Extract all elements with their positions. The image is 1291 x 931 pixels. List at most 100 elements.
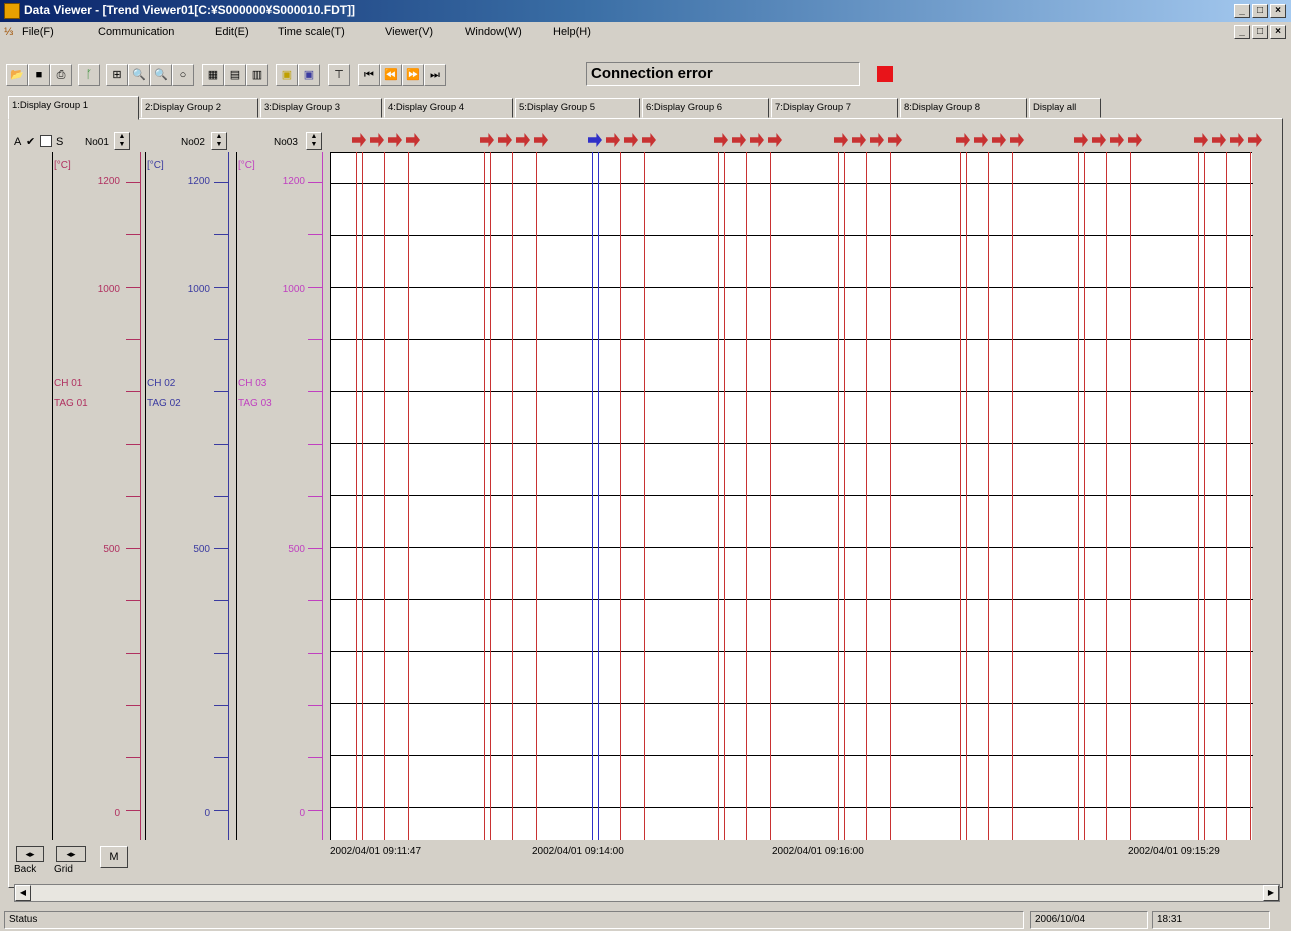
back-scroll-buttons[interactable]: ◂▸: [16, 846, 44, 862]
event-marker-icon[interactable]: [388, 133, 402, 147]
event-marker-icon[interactable]: [1010, 133, 1024, 147]
event-marker-icon[interactable]: [606, 133, 620, 147]
event-marker-icon[interactable]: [1110, 133, 1124, 147]
child-minimize-button[interactable]: _: [1234, 25, 1250, 39]
list-icon[interactable]: ▥: [246, 64, 268, 86]
axis-tick: [308, 182, 322, 183]
event-marker-icon[interactable]: [834, 133, 848, 147]
event-marker-group[interactable]: [714, 128, 782, 152]
m-button[interactable]: M: [100, 846, 128, 868]
jump-start-icon[interactable]: ⏮: [358, 64, 380, 86]
filter-icon[interactable]: ⊤: [328, 64, 350, 86]
event-marker-group[interactable]: [480, 128, 548, 152]
scroll-left-icon[interactable]: ◀: [15, 885, 31, 901]
zoom-in-icon[interactable]: 🔍: [128, 64, 150, 86]
event-marker-group[interactable]: [1194, 128, 1262, 152]
print-icon[interactable]: ⎙: [50, 64, 72, 86]
menu-viewer[interactable]: Viewer(V): [385, 26, 433, 38]
minimize-button[interactable]: _: [1234, 4, 1250, 18]
event-marker-group[interactable]: [1074, 128, 1142, 152]
tab-display-group-4[interactable]: 4:Display Group 4: [384, 98, 513, 118]
menu-file[interactable]: File(F): [22, 26, 54, 38]
event-marker-icon[interactable]: [768, 133, 782, 147]
scroll-right-icon[interactable]: ▶: [1263, 885, 1279, 901]
tab-display-group-8[interactable]: 8:Display Group 8: [900, 98, 1027, 118]
tab-display-group-3[interactable]: 3:Display Group 3: [260, 98, 382, 118]
child-close-button[interactable]: ×: [1270, 25, 1286, 39]
event-marker-icon[interactable]: [624, 133, 638, 147]
table-icon[interactable]: ▤: [224, 64, 246, 86]
menu-time-scale[interactable]: Time scale(T): [278, 26, 345, 38]
event-marker-icon[interactable]: [498, 133, 512, 147]
tab-display-group-5[interactable]: 5:Display Group 5: [515, 98, 640, 118]
display-icon[interactable]: ▣: [276, 64, 298, 86]
zoom-out-icon[interactable]: 🔍: [150, 64, 172, 86]
horizontal-scrollbar[interactable]: [14, 884, 1280, 902]
event-marker-icon[interactable]: [1194, 133, 1208, 147]
scale2-axis: [228, 152, 229, 840]
no02-spinner[interactable]: ▲ ▼: [211, 132, 227, 150]
event-marker-icon[interactable]: [352, 133, 366, 147]
event-marker-icon[interactable]: [588, 133, 602, 147]
fit-icon[interactable]: ⊞: [106, 64, 128, 86]
event-marker-icon[interactable]: [1230, 133, 1244, 147]
event-marker-icon[interactable]: [852, 133, 866, 147]
s-checkbox[interactable]: [40, 135, 52, 147]
event-marker-icon[interactable]: [1128, 133, 1142, 147]
status-date: 2006/10/04: [1030, 911, 1148, 929]
tab-display-group-2[interactable]: 2:Display Group 2: [141, 98, 258, 118]
event-marker-icon[interactable]: [992, 133, 1006, 147]
event-marker-icon[interactable]: [870, 133, 884, 147]
jump-end-icon[interactable]: ⏭: [424, 64, 446, 86]
menu-communication[interactable]: Communication: [98, 26, 174, 38]
event-marker-icon[interactable]: [1212, 133, 1226, 147]
tab-display-all[interactable]: Display all: [1029, 98, 1101, 118]
event-marker-icon[interactable]: [642, 133, 656, 147]
event-marker-icon[interactable]: [370, 133, 384, 147]
jump-next-icon[interactable]: ⏩: [402, 64, 424, 86]
event-marker-icon[interactable]: [956, 133, 970, 147]
doc-icon: ⅓: [4, 26, 14, 38]
maximize-button[interactable]: □: [1252, 4, 1268, 18]
cursor-icon[interactable]: ᚪ: [78, 64, 100, 86]
close-button[interactable]: ×: [1270, 4, 1286, 18]
event-marker-icon[interactable]: [1074, 133, 1088, 147]
scale1-axis: [140, 152, 141, 840]
tab-display-group-1[interactable]: 1:Display Group 1: [8, 96, 139, 120]
menu-window[interactable]: Window(W): [465, 26, 522, 38]
grid-line: [331, 339, 1253, 340]
axis-tick: [126, 496, 140, 497]
event-marker-group[interactable]: [588, 128, 656, 152]
save-icon[interactable]: ■: [28, 64, 50, 86]
event-line: [1106, 152, 1107, 840]
circle-icon[interactable]: ○: [172, 64, 194, 86]
event-marker-icon[interactable]: [480, 133, 494, 147]
event-marker-group[interactable]: [956, 128, 1024, 152]
event-marker-icon[interactable]: [1248, 133, 1262, 147]
event-marker-icon[interactable]: [714, 133, 728, 147]
no01-spinner[interactable]: ▲ ▼: [114, 132, 130, 150]
event-marker-group[interactable]: [834, 128, 902, 152]
event-marker-group[interactable]: [352, 128, 420, 152]
trend-plot-area[interactable]: [330, 152, 1253, 840]
grid-scroll-buttons[interactable]: ◂▸: [56, 846, 86, 862]
event-marker-icon[interactable]: [888, 133, 902, 147]
a-checkbox[interactable]: ✔: [26, 135, 35, 148]
event-marker-icon[interactable]: [1092, 133, 1106, 147]
grid-icon[interactable]: ▦: [202, 64, 224, 86]
menu-help[interactable]: Help(H): [553, 26, 591, 38]
event-marker-icon[interactable]: [732, 133, 746, 147]
event-marker-icon[interactable]: [750, 133, 764, 147]
menu-edit[interactable]: Edit(E): [215, 26, 249, 38]
no03-spinner[interactable]: ▲ ▼: [306, 132, 322, 150]
tab-display-group-6[interactable]: 6:Display Group 6: [642, 98, 769, 118]
child-maximize-button[interactable]: □: [1252, 25, 1268, 39]
event-marker-icon[interactable]: [534, 133, 548, 147]
open-icon[interactable]: 📂: [6, 64, 28, 86]
jump-prev-icon[interactable]: ⏪: [380, 64, 402, 86]
event-marker-icon[interactable]: [516, 133, 530, 147]
data-icon[interactable]: ▣: [298, 64, 320, 86]
event-marker-icon[interactable]: [406, 133, 420, 147]
event-marker-icon[interactable]: [974, 133, 988, 147]
tab-display-group-7[interactable]: 7:Display Group 7: [771, 98, 898, 118]
